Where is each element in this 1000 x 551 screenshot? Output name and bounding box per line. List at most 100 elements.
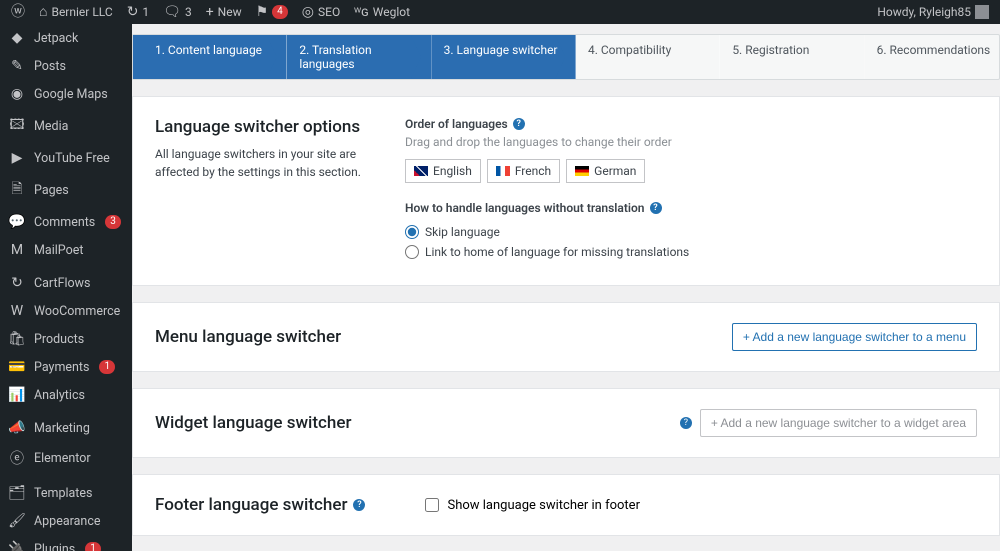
sidebar-badge: 3 [105, 215, 121, 229]
step-2[interactable]: 2. Translation languages [277, 35, 421, 79]
help-icon[interactable]: ? [353, 499, 365, 511]
sidebar-item-comments[interactable]: 💬 Comments 3 [0, 208, 132, 236]
plugins-icon: 🔌 [8, 541, 26, 551]
media-icon: 🖾 [8, 114, 26, 138]
order-of-languages-label: Order of languages ? [405, 117, 525, 131]
sidebar-item-label: Elementor [34, 451, 91, 466]
home-icon: ⌂ [39, 5, 47, 19]
wordpress-icon: ⓦ [11, 5, 25, 19]
sidebar-badge: 1 [85, 542, 101, 551]
updates-link[interactable]: ↻1 [120, 0, 156, 24]
sidebar-item-templates[interactable]: 🗂Templates [0, 479, 132, 507]
step-1[interactable]: 1. Content language [133, 35, 277, 79]
weglot-icon: ʷɢ [354, 5, 369, 19]
sidebar-item-plugins[interactable]: 🔌 Plugins 1 [0, 535, 132, 551]
site-name: Bernier LLC [51, 5, 112, 19]
sidebar-item-label: Payments [34, 360, 89, 375]
sidebar-item-pages[interactable]: 🗎 Pages [0, 172, 132, 208]
wp-logo[interactable]: ⓦ [4, 0, 32, 24]
seo-icon: ◎ [302, 5, 314, 19]
help-icon[interactable]: ? [680, 417, 692, 429]
admin-sidebar: ◆ Jetpack ✎Posts ◉ Google Maps 🖾 Media ▶YouTube… [0, 24, 132, 551]
sidebar-item-label: MailPoet [34, 243, 83, 258]
sidebar-item-jetpack[interactable]: ◆ Jetpack [0, 24, 132, 52]
help-icon[interactable]: ? [650, 202, 662, 214]
sidebar-item-cartflows[interactable]: ↻CartFlows [0, 269, 132, 297]
sidebar-item-youtube-free[interactable]: ▶YouTube Free [0, 144, 132, 172]
sidebar-badge: 1 [99, 360, 115, 374]
notification-count: 4 [272, 5, 288, 19]
radio-skip-input[interactable] [405, 225, 419, 239]
google-maps-icon: ◉ [8, 86, 26, 102]
language-chip-label: French [515, 164, 551, 178]
sidebar-item-label: Plugins [34, 542, 75, 551]
language-chip-french[interactable]: French [487, 159, 560, 183]
sidebar-item-posts[interactable]: ✎Posts [0, 52, 132, 80]
language-order-list: English French German [405, 159, 977, 183]
avatar [975, 5, 989, 19]
account-menu[interactable]: Howdy, Ryleigh85 [870, 0, 996, 24]
sidebar-item-label: Analytics [34, 388, 85, 403]
sidebar-item-label: Appearance [34, 514, 101, 529]
sidebar-item-label: Google Maps [34, 87, 108, 102]
radio-link-home[interactable]: Link to home of language for missing tra… [405, 245, 977, 259]
comments-icon: 💬 [8, 214, 26, 230]
admin-bar: ⓦ ⌂ Bernier LLC ↻1 🗨3 +New ⚑4 ◎ SEO ʷɢWegl… [0, 0, 1000, 24]
site-name-link[interactable]: ⌂ Bernier LLC [32, 0, 120, 24]
sidebar-item-payments[interactable]: 💳 Payments 1 [0, 353, 132, 381]
radio-skip-language[interactable]: Skip language [405, 225, 977, 239]
sidebar-item-marketing[interactable]: 📣Marketing [0, 414, 132, 442]
sidebar-item-label: Jetpack [34, 31, 78, 46]
analytics-icon: 📊 [8, 387, 26, 403]
refresh-icon: ↻ [127, 5, 139, 19]
sidebar-item-google-maps[interactable]: ◉ Google Maps [0, 80, 132, 108]
footer-switcher-card: Footer language switcher ? Show language… [132, 474, 1000, 536]
radio-link-home-input[interactable] [405, 245, 419, 259]
step-6[interactable]: 6. Recommendations [855, 35, 999, 79]
mailpoet-icon: M [8, 242, 26, 258]
language-chip-english[interactable]: English [405, 159, 481, 183]
language-chip-german[interactable]: German [566, 159, 645, 183]
sidebar-item-label: Media [34, 119, 68, 134]
updates-count: 1 [142, 5, 149, 19]
add-menu-switcher-button[interactable]: + Add a new language switcher to a menu [732, 323, 977, 351]
step-3[interactable]: 3. Language switcher [422, 35, 566, 79]
sidebar-item-media[interactable]: 🖾 Media [0, 108, 132, 144]
new-content[interactable]: +New [199, 0, 249, 24]
jetpack-icon: ◆ [8, 30, 26, 46]
comments-link[interactable]: 🗨3 [156, 0, 199, 24]
sidebar-item-woocommerce[interactable]: WWooCommerce [0, 297, 132, 325]
sidebar-item-label: Comments [34, 215, 95, 230]
options-desc: All language switchers in your site are … [155, 145, 365, 181]
add-widget-switcher-button[interactable]: + Add a new language switcher to a widge… [700, 409, 977, 437]
footer-switcher-checkbox[interactable] [425, 498, 439, 512]
weglot-link[interactable]: ʷɢWeglot [347, 0, 417, 24]
step-4[interactable]: 4. Compatibility [566, 35, 710, 79]
sidebar-item-mailpoet[interactable]: M MailPoet [0, 236, 132, 264]
german-flag-icon [575, 166, 589, 176]
pages-icon: 🗎 [8, 178, 26, 202]
seo-label: SEO [318, 5, 340, 19]
step-5[interactable]: 5. Registration [710, 35, 854, 79]
sidebar-item-label: Templates [34, 486, 92, 501]
sidebar-item-label: Pages [34, 183, 69, 198]
help-icon[interactable]: ? [513, 118, 525, 130]
sidebar-item-analytics[interactable]: 📊 Analytics [0, 381, 132, 409]
sidebar-item-elementor[interactable]: ⓔ Elementor [0, 442, 132, 474]
payments-icon: 💳 [8, 359, 26, 375]
language-chip-label: English [433, 164, 472, 178]
notifications-link[interactable]: ⚑4 [249, 0, 295, 24]
plus-icon: + [206, 5, 214, 19]
cartflows-icon: ↻ [8, 275, 26, 291]
seo-link[interactable]: ◎ SEO [295, 0, 347, 24]
radio-skip-label: Skip language [425, 225, 500, 239]
elementor-icon: ⓔ [8, 448, 26, 468]
sidebar-item-products[interactable]: 🛍Products [0, 325, 132, 353]
posts-icon: ✎ [8, 58, 26, 74]
marketing-icon: 📣 [8, 420, 26, 436]
footer-switcher-checkbox-label: Show language switcher in footer [447, 498, 640, 513]
woocommerce-icon: W [8, 303, 26, 319]
menu-switcher-title: Menu language switcher [155, 327, 341, 347]
sidebar-item-appearance[interactable]: 🖌Appearance [0, 507, 132, 535]
footer-switcher-checkbox-row[interactable]: Show language switcher in footer [425, 498, 640, 513]
